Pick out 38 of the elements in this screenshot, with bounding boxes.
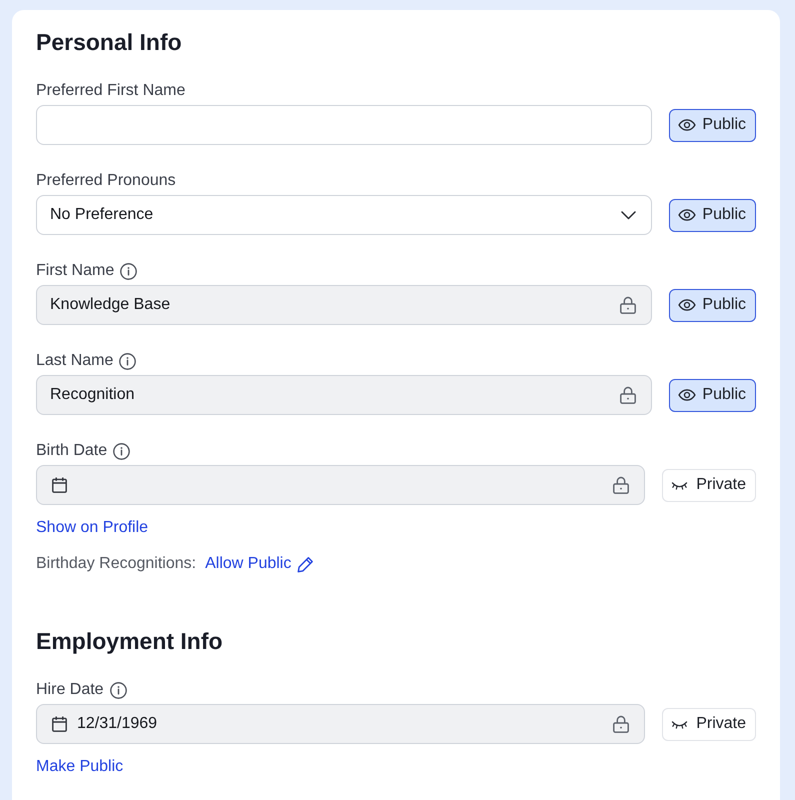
lock-icon	[620, 386, 636, 404]
calendar-icon	[52, 716, 67, 732]
closed-eye-icon	[671, 480, 688, 490]
visibility-toggle-button[interactable]: Private	[662, 468, 756, 502]
lock-icon	[620, 296, 636, 314]
dropdown[interactable]: No Preference	[36, 195, 652, 235]
eye-icon	[678, 389, 696, 401]
visibility-toggle-button[interactable]: Private	[662, 708, 756, 740]
date-field[interactable]: 12/31/1969	[36, 704, 646, 744]
visibility-toggle-button[interactable]: Public	[669, 108, 756, 142]
setting-label: Birthday Recognitions:	[36, 554, 196, 574]
text-link[interactable]: Show on Profile	[36, 518, 148, 538]
edit-link[interactable]: Allow Public	[205, 554, 314, 574]
visibility-toggle-button[interactable]: Public	[669, 288, 756, 322]
calendar-icon	[52, 477, 67, 493]
text-field[interactable]: Recognition	[36, 375, 652, 415]
chevron-down-icon	[621, 210, 636, 220]
field-label: Last Name	[36, 351, 114, 371]
date-field[interactable]	[36, 465, 646, 505]
field-label: First Name	[36, 261, 114, 281]
eye-icon	[678, 299, 696, 311]
visibility-toggle-button[interactable]: Public	[669, 198, 756, 232]
text-field[interactable]: Knowledge Base	[36, 285, 652, 325]
closed-eye-icon	[671, 720, 688, 728]
field-label: Birth Date	[36, 441, 108, 461]
field-label: Preferred First Name	[36, 81, 186, 101]
lock-icon	[613, 476, 630, 494]
field-label: Hire Date	[36, 680, 104, 700]
section-heading: Personal Info	[36, 28, 183, 57]
eye-icon	[678, 119, 696, 131]
section-heading: Employment Info	[36, 627, 224, 656]
pencil-icon	[297, 556, 314, 572]
lock-icon	[613, 715, 630, 733]
text-link[interactable]: Make Public	[36, 757, 124, 777]
eye-icon	[678, 209, 696, 221]
text-field[interactable]	[36, 105, 652, 145]
visibility-toggle-button[interactable]: Public	[669, 378, 756, 412]
field-label: Preferred Pronouns	[36, 171, 176, 191]
